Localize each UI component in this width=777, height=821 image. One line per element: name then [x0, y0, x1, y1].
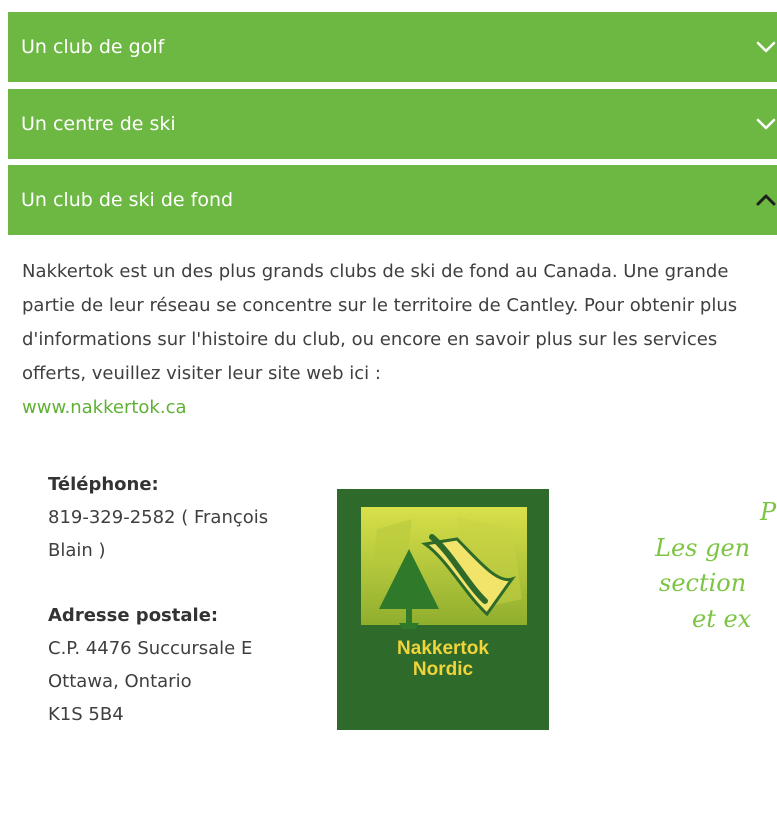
accordion-label: Un centre de ski: [21, 113, 176, 135]
accordion-panel-ski-de-fond: Nakkertok est un des plus grands clubs d…: [22, 255, 767, 425]
accordion-header-ski[interactable]: Un centre de ski: [8, 89, 777, 159]
website-link[interactable]: www.nakkertok.ca: [22, 397, 187, 418]
nakkertok-logo-graphic: [361, 507, 527, 629]
logo-text-nakkertok: Nakkertok: [397, 638, 489, 659]
address-label: Adresse postale:: [48, 605, 219, 626]
chevron-down-icon: [756, 41, 776, 53]
club-description: Nakkertok est un des plus grands clubs d…: [22, 261, 738, 384]
handwritten-note-line-1: P: [760, 498, 777, 526]
address-line-3: K1S 5B4: [48, 704, 124, 725]
accordion-header-ski-de-fond[interactable]: Un club de ski de fond: [8, 165, 777, 235]
chevron-down-icon: [756, 118, 776, 130]
accordion-label: Un club de ski de fond: [21, 189, 234, 211]
handwritten-note-line-3: section: [659, 569, 747, 597]
contact-info: Téléphone: 819-329-2582 ( François Blain…: [48, 468, 318, 731]
phone-label: Téléphone:: [48, 474, 159, 495]
handwritten-note-line-2: Les gen: [655, 534, 751, 562]
address-line-1: C.P. 4476 Succursale E: [48, 638, 253, 659]
phone-value: 819-329-2582 ( François Blain ): [48, 507, 269, 561]
chevron-up-icon: [756, 194, 776, 206]
accordion-header-golf[interactable]: Un club de golf: [8, 12, 777, 82]
address-line-2: Ottawa, Ontario: [48, 671, 192, 692]
handwritten-note-line-4: et ex: [692, 605, 752, 633]
nakkertok-logo: Nakkertok Nordic: [337, 489, 549, 730]
logo-text-nordic: Nordic: [412, 659, 474, 680]
accordion-label: Un club de golf: [21, 36, 165, 58]
